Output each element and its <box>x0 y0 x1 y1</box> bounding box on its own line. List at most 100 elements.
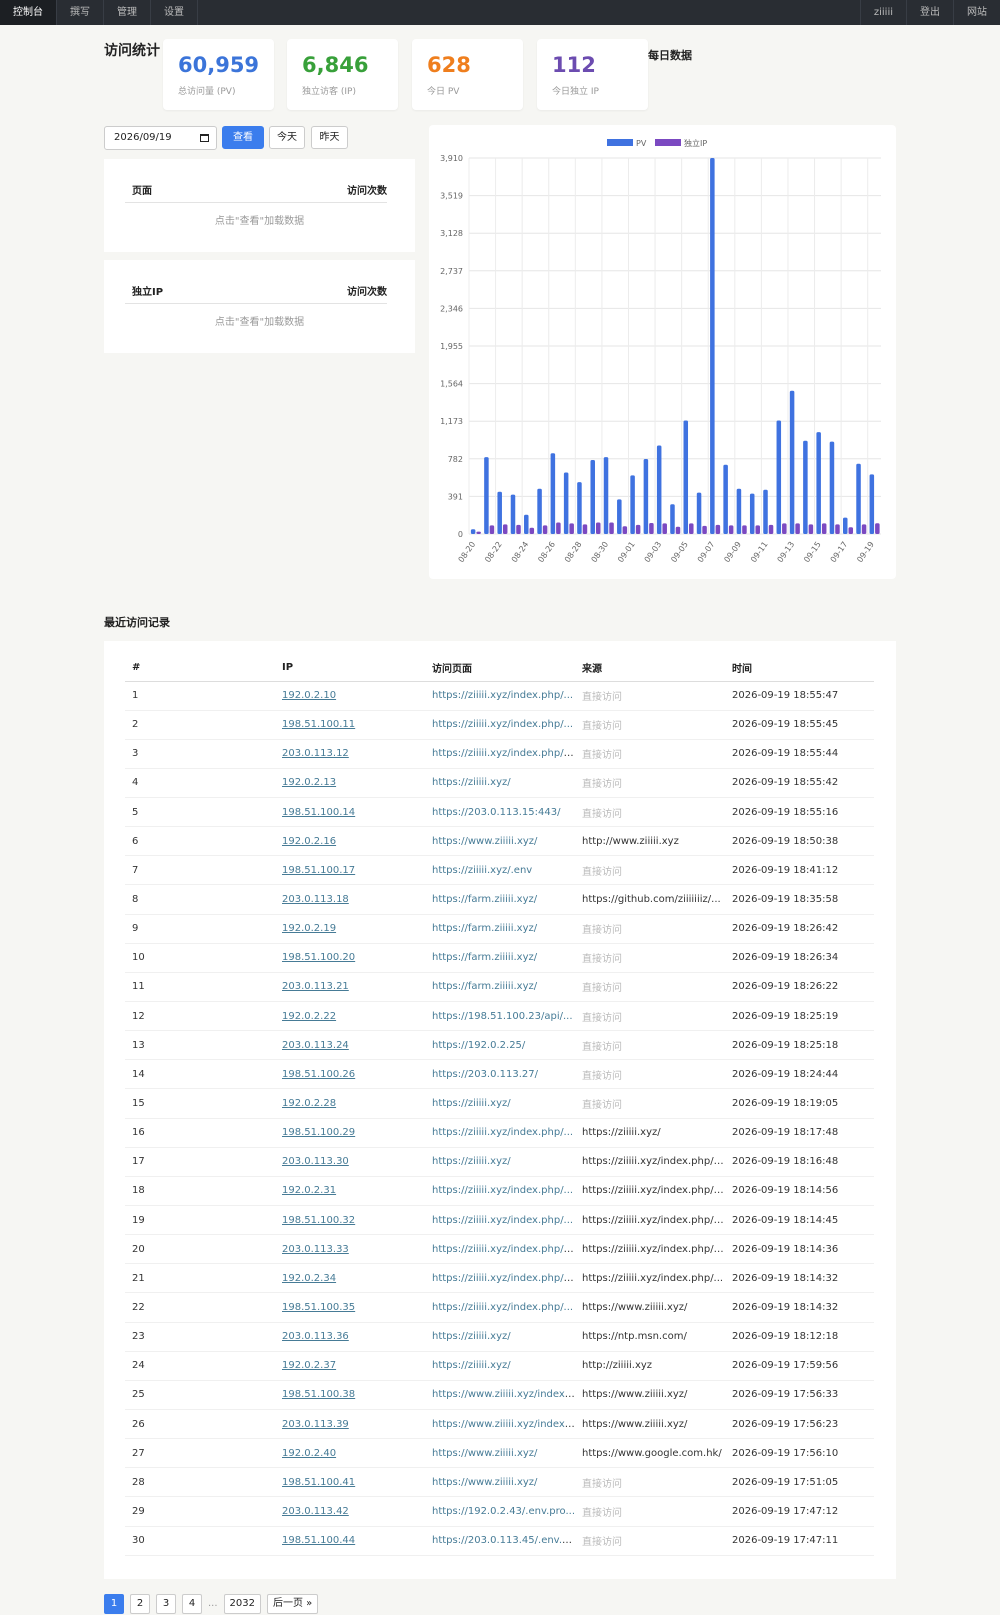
cell-referrer[interactable]: https://github.com/ziiiiiiiz/... <box>575 884 725 915</box>
page-link[interactable]: https://ziiiii.xyz/ <box>432 1156 511 1167</box>
nav-manage[interactable]: 管理 <box>104 0 151 25</box>
page-link[interactable]: https://ziiiii.xyz/index.php/... <box>432 1215 573 1226</box>
page-link[interactable]: https://ziiiii.xyz/ <box>432 1098 511 1109</box>
page-link[interactable]: https://ziiiii.xyz/index.php/l... <box>432 1244 575 1255</box>
page-link[interactable]: https://ziiiii.xyz/ <box>432 1331 511 1342</box>
page-last[interactable]: 2032 <box>223 1594 261 1614</box>
page-link[interactable]: https://ziiiii.xyz/index.php/l... <box>432 1273 575 1284</box>
bar-unique-ip <box>728 525 734 534</box>
page-3[interactable]: 3 <box>156 1594 176 1614</box>
page-4[interactable]: 4 <box>182 1594 202 1614</box>
ip-link[interactable]: 192.0.2.37 <box>282 1360 336 1371</box>
cell-referrer[interactable]: https://ziiiii.xyz/index.php/... <box>575 1263 725 1294</box>
page-1[interactable]: 1 <box>104 1594 124 1614</box>
ip-link[interactable]: 198.51.100.20 <box>282 952 355 963</box>
page-link[interactable]: https://ziiiii.xyz/ <box>432 777 511 788</box>
page-link[interactable]: https://203.0.113.45/.env.d... <box>432 1535 575 1546</box>
ip-link[interactable]: 192.0.2.31 <box>282 1185 336 1196</box>
nav-write[interactable]: 撰写 <box>57 0 104 25</box>
col-ip: IP <box>275 655 425 682</box>
ip-link[interactable]: 192.0.2.40 <box>282 1448 336 1459</box>
ip-link[interactable]: 203.0.113.12 <box>282 748 349 759</box>
page-link[interactable]: https://www.ziiiii.xyz/ <box>432 1477 537 1488</box>
query-button[interactable]: 查看 <box>222 126 264 149</box>
ip-link[interactable]: 198.51.100.35 <box>282 1302 355 1313</box>
nav-site[interactable]: 网站 <box>953 0 1000 25</box>
ip-link[interactable]: 203.0.113.30 <box>282 1156 349 1167</box>
cell-ip: 192.0.2.34 <box>275 1263 425 1294</box>
page-link[interactable]: https://ziiiii.xyz/index.php/... <box>432 690 573 701</box>
nav-dashboard[interactable]: 控制台 <box>0 0 57 25</box>
ip-link[interactable]: 203.0.113.18 <box>282 894 349 905</box>
page-link[interactable]: https://www.ziiiii.xyz/index.... <box>432 1419 575 1430</box>
recent-visits-table: # IP 访问页面 来源 时间 1 192.0.2.10 https://ziiii… <box>125 655 874 1556</box>
col-page: 访问页面 <box>425 655 575 682</box>
cell-referrer[interactable]: https://www.ziiiii.xyz/ <box>575 1292 725 1323</box>
page-link[interactable]: https://www.ziiiii.xyz/ <box>432 1448 537 1459</box>
cell-referrer[interactable]: https://ziiiii.xyz/index.php/l... <box>575 1147 725 1177</box>
ip-link[interactable]: 198.51.100.17 <box>282 865 355 876</box>
cell-referrer[interactable]: https://ziiiii.xyz/index.php/l... <box>575 1176 725 1207</box>
cell-referrer[interactable]: https://ntp.msn.com/ <box>575 1322 725 1352</box>
page-link[interactable]: https://farm.ziiiii.xyz/ <box>432 981 537 992</box>
ip-link[interactable]: 192.0.2.10 <box>282 690 336 701</box>
ip-link[interactable]: 198.51.100.11 <box>282 719 355 730</box>
ip-link[interactable]: 203.0.113.39 <box>282 1419 349 1430</box>
cell-referrer[interactable]: https://www.google.com.hk/ <box>575 1438 725 1469</box>
ip-link[interactable]: 192.0.2.22 <box>282 1011 336 1022</box>
page-2[interactable]: 2 <box>130 1594 150 1614</box>
ip-link[interactable]: 192.0.2.34 <box>282 1273 336 1284</box>
stat-value: 628 <box>427 53 471 77</box>
page-link[interactable]: https://192.0.2.43/.env.pro... <box>432 1506 575 1517</box>
nav-settings[interactable]: 设置 <box>151 0 198 25</box>
cell-referrer[interactable]: https://www.ziiiii.xyz/ <box>575 1380 725 1411</box>
page-link[interactable]: https://198.51.100.23/api/... <box>432 1011 573 1022</box>
page-link[interactable]: https://ziiiii.xyz/index.php/... <box>432 1127 573 1138</box>
ip-link[interactable]: 192.0.2.19 <box>282 923 336 934</box>
ip-link[interactable]: 192.0.2.13 <box>282 777 336 788</box>
page-link[interactable]: https://ziiiii.xyz/index.php/l... <box>432 748 575 759</box>
cell-referrer[interactable]: http://www.ziiiii.xyz <box>575 826 725 857</box>
page-link[interactable]: https://ziiiii.xyz/.env <box>432 865 532 876</box>
page-link[interactable]: https://farm.ziiiii.xyz/ <box>432 923 537 934</box>
nav-logout[interactable]: 登出 <box>906 0 953 25</box>
page-link[interactable]: https://ziiiii.xyz/index.php/... <box>432 1185 573 1196</box>
page-link[interactable]: https://ziiiii.xyz/ <box>432 1360 511 1371</box>
cell-referrer[interactable]: https://ziiiii.xyz/ <box>575 1118 725 1148</box>
ip-link[interactable]: 203.0.113.42 <box>282 1506 349 1517</box>
ip-link[interactable]: 198.51.100.14 <box>282 807 355 818</box>
ip-link[interactable]: 203.0.113.21 <box>282 981 349 992</box>
ip-link[interactable]: 192.0.2.16 <box>282 836 336 847</box>
nav-user[interactable]: ziiiii <box>859 0 906 25</box>
ip-link[interactable]: 198.51.100.41 <box>282 1477 355 1488</box>
page-link[interactable]: https://203.0.113.27/ <box>432 1069 538 1080</box>
page-link[interactable]: https://farm.ziiiii.xyz/ <box>432 894 537 905</box>
cell-referrer[interactable]: https://www.ziiiii.xyz/ <box>575 1409 725 1440</box>
page-link[interactable]: https://www.ziiiii.xyz/ <box>432 836 537 847</box>
yesterday-button[interactable]: 昨天 <box>311 126 348 149</box>
ip-link[interactable]: 198.51.100.38 <box>282 1389 355 1400</box>
next-page-button[interactable]: 后一页 » <box>267 1594 319 1614</box>
page-link[interactable]: https://ziiiii.xyz/index.php/... <box>432 1302 573 1313</box>
page-link[interactable]: https://farm.ziiiii.xyz/ <box>432 952 537 963</box>
today-button[interactable]: 今天 <box>269 126 305 149</box>
page-link[interactable]: https://www.ziiiii.xyz/index.... <box>432 1389 575 1400</box>
date-input[interactable]: 2026/09/19 <box>104 126 217 150</box>
page-link[interactable]: https://ziiiii.xyz/index.php/... <box>432 719 573 730</box>
ip-link[interactable]: 198.51.100.29 <box>282 1127 355 1138</box>
table-row: 27 192.0.2.40 https://www.ziiiii.xyz/https… <box>125 1438 874 1469</box>
cell-referrer[interactable]: https://ziiiii.xyz/index.php/l... <box>575 1205 725 1236</box>
ip-link[interactable]: 203.0.113.33 <box>282 1244 349 1255</box>
ip-link[interactable]: 203.0.113.36 <box>282 1331 349 1342</box>
cell-ip: 198.51.100.14 <box>275 797 425 828</box>
cell-referrer[interactable]: http://ziiiii.xyz <box>575 1351 725 1381</box>
ip-link[interactable]: 198.51.100.44 <box>282 1535 355 1546</box>
cell-referrer[interactable]: https://ziiiii.xyz/index.php/l... <box>575 1234 725 1265</box>
ip-link[interactable]: 203.0.113.24 <box>282 1040 349 1051</box>
page-link[interactable]: https://203.0.113.15:443/ <box>432 807 560 818</box>
ip-link[interactable]: 198.51.100.32 <box>282 1215 355 1226</box>
calendar-icon[interactable] <box>200 134 209 142</box>
ip-link[interactable]: 192.0.2.28 <box>282 1098 336 1109</box>
page-link[interactable]: https://192.0.2.25/ <box>432 1040 525 1051</box>
ip-link[interactable]: 198.51.100.26 <box>282 1069 355 1080</box>
